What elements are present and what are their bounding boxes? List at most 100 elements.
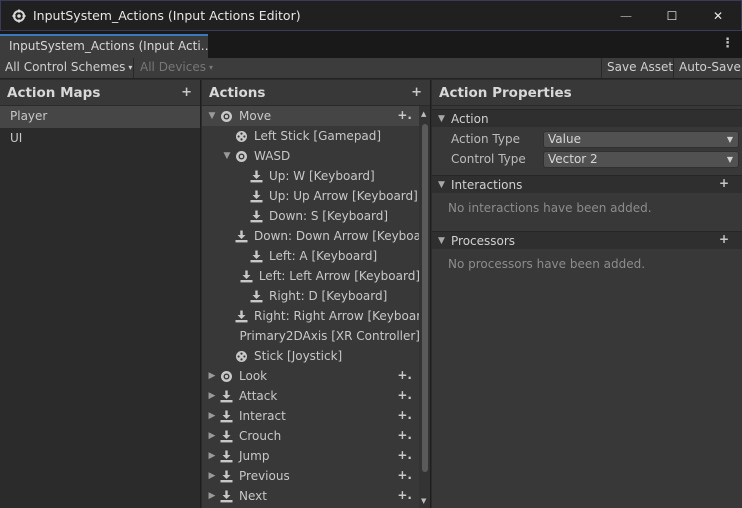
binding-row[interactable]: Down: Down Arrow [Keyboard] — [202, 226, 420, 246]
devices-dropdown[interactable]: All Devices ▾ — [135, 58, 216, 78]
interactions-section-header[interactable]: ▼ Interactions + — [432, 175, 742, 193]
action-maps-header: Action Maps + — [0, 80, 200, 106]
auto-save-toggle[interactable]: Auto-Save — [673, 58, 742, 78]
binding-row[interactable]: Down: S [Keyboard] — [202, 206, 420, 226]
collapse-arrow-icon[interactable]: ▶ — [205, 391, 219, 401]
interactions-section-title: Interactions — [451, 177, 523, 192]
collapse-arrow-icon[interactable]: ▶ — [205, 371, 219, 381]
add-binding-button[interactable]: +. — [397, 468, 412, 482]
add-interaction-button[interactable]: + — [719, 176, 729, 190]
gamepad-binding-icon — [234, 129, 248, 143]
actions-scrollbar[interactable]: ▲ ▼ — [419, 106, 430, 508]
action-type-dropdown[interactable]: Value ▼ — [543, 130, 739, 148]
tree-item-label: Crouch — [239, 429, 282, 443]
tree-item-label: Left Stick [Gamepad] — [254, 129, 382, 143]
chevron-down-icon: ▼ — [438, 179, 445, 190]
expand-arrow-icon[interactable]: ▼ — [220, 151, 234, 161]
chevron-down-icon: ▼ — [438, 113, 445, 124]
expand-arrow-icon[interactable]: ▼ — [205, 111, 219, 121]
action-row[interactable]: ▼ Move +. — [202, 106, 420, 126]
tree-item-label: Interact — [239, 409, 286, 423]
tree-item-label: Down: Down Arrow [Keyboard] — [254, 229, 420, 243]
add-binding-button[interactable]: +. — [397, 428, 412, 442]
minimize-button[interactable]: — — [603, 1, 649, 31]
tab-input-actions[interactable]: InputSystem_Actions (Input Acti… — [0, 34, 208, 58]
action-row[interactable]: ▶ Interact +. — [202, 406, 420, 426]
add-binding-button[interactable]: +. — [397, 488, 412, 502]
collapse-arrow-icon[interactable]: ▶ — [205, 451, 219, 461]
binding-row[interactable]: Right: Right Arrow [Keyboard] — [202, 306, 420, 326]
scroll-down-icon[interactable]: ▼ — [421, 497, 426, 505]
save-asset-button[interactable]: Save Asset — [601, 58, 678, 78]
action-section-header[interactable]: ▼ Action — [432, 109, 742, 127]
binding-row[interactable]: Primary2DAxis [XR Controller] — [202, 326, 420, 346]
actions-header: Actions + — [202, 80, 430, 106]
binding-row[interactable]: Up: Up Arrow [Keyboard] — [202, 186, 420, 206]
collapse-arrow-icon[interactable]: ▶ — [205, 491, 219, 501]
action-type-row: Action Type Value ▼ — [432, 129, 742, 149]
binding-icon — [219, 429, 233, 443]
add-binding-button[interactable]: +. — [397, 448, 412, 462]
control-scheme-dropdown[interactable]: All Control Schemes ▾ — [0, 58, 134, 78]
binding-row[interactable]: ▼ WASD — [202, 146, 420, 166]
control-type-dropdown[interactable]: Vector 2 ▼ — [543, 150, 739, 168]
collapse-arrow-icon[interactable]: ▶ — [205, 471, 219, 481]
interactions-empty-message: No interactions have been added. — [448, 201, 652, 215]
close-button[interactable]: ✕ — [695, 1, 741, 31]
scrollbar-thumb[interactable] — [422, 124, 428, 472]
binding-icon — [249, 209, 263, 223]
action-row[interactable]: ▶ Previous +. — [202, 466, 420, 486]
processors-empty-message: No processors have been added. — [448, 257, 646, 271]
chevron-down-icon: ▾ — [208, 63, 213, 72]
action-properties-panel: Action Properties ▼ Action Action Type V… — [432, 80, 742, 508]
add-binding-button[interactable]: +. — [397, 388, 412, 402]
add-binding-button[interactable]: +. — [397, 368, 412, 382]
processors-section-title: Processors — [451, 233, 516, 248]
add-action-button[interactable]: + — [411, 85, 422, 100]
tree-item-label: WASD — [254, 149, 291, 163]
binding-icon — [240, 269, 253, 283]
binding-icon — [235, 229, 248, 243]
action-icon — [219, 369, 233, 383]
binding-icon — [249, 289, 263, 303]
binding-row[interactable]: Stick [Joystick] — [202, 346, 420, 366]
action-row[interactable]: ▶ Look +. — [202, 366, 420, 386]
add-processor-button[interactable]: + — [719, 232, 729, 246]
collapse-arrow-icon[interactable]: ▶ — [205, 411, 219, 421]
processors-section-header[interactable]: ▼ Processors + — [432, 231, 742, 249]
binding-icon — [235, 309, 248, 323]
add-binding-button[interactable]: +. — [397, 108, 412, 122]
control-type-value: Vector 2 — [548, 151, 598, 166]
scroll-up-icon[interactable]: ▲ — [421, 110, 426, 118]
tab-strip: InputSystem_Actions (Input Acti… ⋮ — [0, 31, 742, 58]
binding-row[interactable]: Up: W [Keyboard] — [202, 166, 420, 186]
chevron-down-icon: ▾ — [128, 63, 133, 72]
tree-item-label: Left: A [Keyboard] — [269, 249, 378, 263]
binding-row[interactable]: Left: A [Keyboard] — [202, 246, 420, 266]
add-binding-button[interactable]: +. — [397, 408, 412, 422]
binding-icon — [249, 249, 263, 263]
action-row[interactable]: ▶ Next +. — [202, 486, 420, 506]
gamepad-binding-icon — [234, 349, 248, 363]
maximize-button[interactable]: ☐ — [649, 1, 695, 31]
control-type-row: Control Type Vector 2 ▼ — [432, 149, 742, 169]
binding-row[interactable]: Left: Left Arrow [Keyboard] — [202, 266, 420, 286]
binding-row[interactable]: Right: D [Keyboard] — [202, 286, 420, 306]
binding-row[interactable]: Left Stick [Gamepad] — [202, 126, 420, 146]
add-action-map-button[interactable]: + — [181, 85, 192, 100]
action-type-label: Action Type — [451, 132, 520, 146]
tree-item-label: Attack — [239, 389, 278, 403]
action-maps-panel: Action Maps + Player UI — [0, 80, 201, 508]
action-row[interactable]: ▶ Jump +. — [202, 446, 420, 466]
action-row[interactable]: ▶ Attack +. — [202, 386, 420, 406]
tree-item-label: Next — [239, 489, 267, 503]
action-map-item-ui[interactable]: UI — [0, 128, 200, 150]
more-options-icon[interactable]: ⋮ — [721, 36, 734, 51]
properties-header: Action Properties — [432, 80, 742, 106]
action-icon — [219, 109, 233, 123]
chevron-down-icon: ▼ — [726, 154, 733, 164]
collapse-arrow-icon[interactable]: ▶ — [205, 431, 219, 441]
action-row[interactable]: ▶ Crouch +. — [202, 426, 420, 446]
tree-item-label: Jump — [239, 449, 270, 463]
action-map-item-player[interactable]: Player — [0, 106, 200, 128]
